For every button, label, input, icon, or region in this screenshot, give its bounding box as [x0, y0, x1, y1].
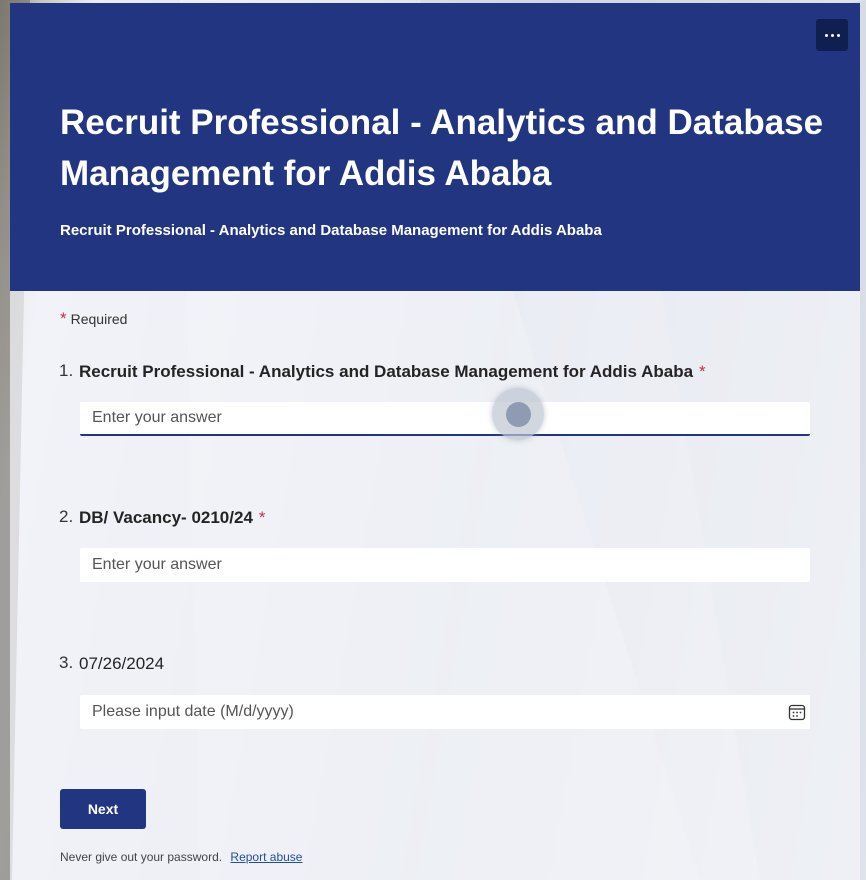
question-text: DB/ Vacancy- 0210/24 * [79, 508, 266, 528]
mouse-cursor-indicator [492, 388, 544, 440]
form-footer: Never give out your password. Report abu… [60, 850, 302, 864]
question-text: 07/26/2024 [79, 654, 165, 673]
question-label: Recruit Professional - Analytics and Dat… [79, 362, 694, 381]
answer-input-2[interactable]: Enter your answer [80, 548, 810, 582]
report-abuse-link[interactable]: Report abuse [230, 850, 302, 864]
more-options-icon [824, 33, 840, 37]
answer-placeholder: Enter your answer [92, 556, 222, 573]
required-label: Required [70, 311, 128, 327]
answer-placeholder: Enter your answer [92, 409, 222, 426]
next-button[interactable]: Next [60, 789, 146, 829]
more-options-button[interactable] [816, 19, 848, 51]
date-input[interactable]: Please input date (M/d/yyyy) [80, 695, 810, 729]
required-star: * [60, 309, 67, 328]
form-header: Recruit Professional - Analytics and Dat… [10, 3, 860, 291]
question-text: Recruit Professional - Analytics and Dat… [79, 362, 706, 382]
required-star: * [258, 508, 266, 527]
question-number: 1. [59, 361, 74, 380]
question-number: 2. [59, 507, 74, 526]
required-note: * Required [60, 309, 127, 329]
required-star: * [699, 362, 706, 381]
password-warning: Never give out your password. [60, 850, 223, 864]
form-title: Recruit Professional - Analytics and Dat… [60, 103, 824, 193]
question-number: 3. [59, 653, 74, 672]
answer-input-1[interactable]: Enter your answer [80, 402, 810, 436]
date-placeholder: Please input date (M/d/yyyy) [92, 703, 294, 720]
question-label: DB/ Vacancy- 0210/24 [79, 508, 253, 527]
form-subtitle: Recruit Professional - Analytics and Dat… [60, 222, 602, 239]
calendar-icon[interactable] [788, 703, 806, 721]
form-card: Recruit Professional - Analytics and Dat… [10, 3, 860, 880]
